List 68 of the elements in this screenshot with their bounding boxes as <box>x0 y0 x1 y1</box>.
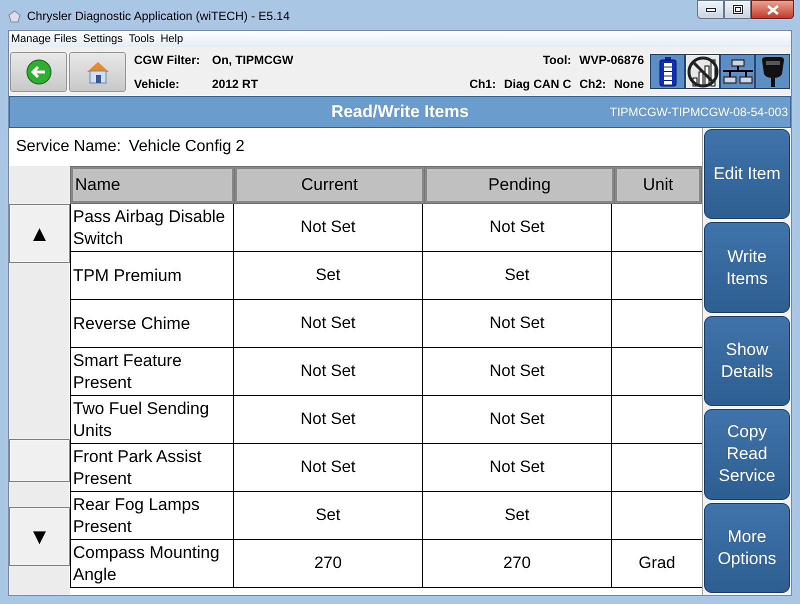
tool-value: WVP-06876 <box>579 52 644 68</box>
table-cell: Not Set <box>234 444 423 492</box>
close-icon <box>766 4 778 14</box>
table-cell: Not Set <box>234 204 423 252</box>
scroll-up-button[interactable]: ▲ <box>9 204 70 263</box>
action-button[interactable]: More Options <box>704 502 790 594</box>
service-id: TIPMCGW-TIPMCGW-08-54-003 <box>610 104 788 121</box>
cgw-filter-label: CGW Filter: <box>134 52 201 68</box>
table-cell: Not Set <box>234 396 423 444</box>
table-cell: Not Set <box>234 348 423 396</box>
vehicle-value: 2012 RT <box>212 76 260 92</box>
table-cell: Smart Feature Present <box>71 348 234 396</box>
window-title: Chrysler Diagnostic Application (wiTECH) - E5.14 <box>27 8 290 25</box>
menu-item[interactable]: Help <box>160 34 184 44</box>
action-button[interactable]: Edit Item <box>704 129 790 220</box>
menu-item[interactable]: Settings <box>83 34 123 44</box>
column-header: Unit <box>615 167 701 203</box>
menu-item[interactable]: Tools <box>128 34 154 44</box>
battery-icon <box>658 56 676 86</box>
table-cell: Front Park Assist Present <box>71 444 234 492</box>
table-cell: Set <box>423 252 612 300</box>
table-cell: Not Set <box>423 300 612 348</box>
table-cell: Not Set <box>234 300 423 348</box>
no-signal-icon <box>686 56 718 88</box>
back-button[interactable] <box>10 52 67 92</box>
service-name-label: Service Name: <box>16 137 121 157</box>
menu-item[interactable]: Manage Files <box>11 34 78 44</box>
column-header: Current <box>235 167 424 203</box>
table-cell: Not Set <box>423 444 612 492</box>
connector-icon <box>760 56 786 88</box>
action-button[interactable]: Show Details <box>704 316 790 406</box>
maximize-icon <box>732 5 742 14</box>
app-icon <box>8 10 21 22</box>
minimize-button[interactable] <box>697 0 724 19</box>
home-button[interactable] <box>69 52 126 92</box>
table-cell: Set <box>234 252 423 300</box>
close-button[interactable] <box>751 0 794 19</box>
maximize-button[interactable] <box>724 0 751 19</box>
network-icon <box>722 58 754 84</box>
table-cell: 270 <box>423 540 612 588</box>
table-cell: 270 <box>234 540 423 588</box>
table-cell: Two Fuel Sending Units <box>71 396 234 444</box>
table-cell: Compass Mounting Angle <box>71 540 234 588</box>
table-cell: TPM Premium <box>71 252 234 300</box>
service-name-value: Vehicle Config 2 <box>128 137 245 157</box>
minimize-icon <box>706 8 716 12</box>
table-cell: Set <box>423 492 612 540</box>
table-cell: Pass Airbag Disable Switch <box>71 204 234 252</box>
action-button[interactable]: Write Items <box>704 222 790 313</box>
ch2-label: Ch2: <box>579 76 606 92</box>
table-cell: Rear Fog Lamps Present <box>71 492 234 540</box>
table-cell: Reverse Chime <box>71 300 234 348</box>
column-header: Pending <box>425 167 614 203</box>
scroll-down-button[interactable]: ▼ <box>9 507 70 566</box>
scroll-thumb[interactable] <box>9 439 70 482</box>
action-button[interactable]: Copy Read Service <box>704 409 790 500</box>
cgw-filter-value: On, TIPMCGW <box>212 52 294 68</box>
table-cell: Not Set <box>423 204 612 252</box>
table-cell: Not Set <box>423 348 612 396</box>
ch1-value: Diag CAN C <box>504 76 572 92</box>
vehicle-label: Vehicle: <box>134 76 180 92</box>
table-cell: Set <box>234 492 423 540</box>
tool-label: Tool: <box>542 52 572 68</box>
page-title: Read/Write Items <box>331 101 469 124</box>
column-header: Name <box>71 167 234 203</box>
table-cell: Not Set <box>423 396 612 444</box>
ch2-value: None <box>614 76 644 92</box>
ch1-label: Ch1: <box>469 76 496 92</box>
